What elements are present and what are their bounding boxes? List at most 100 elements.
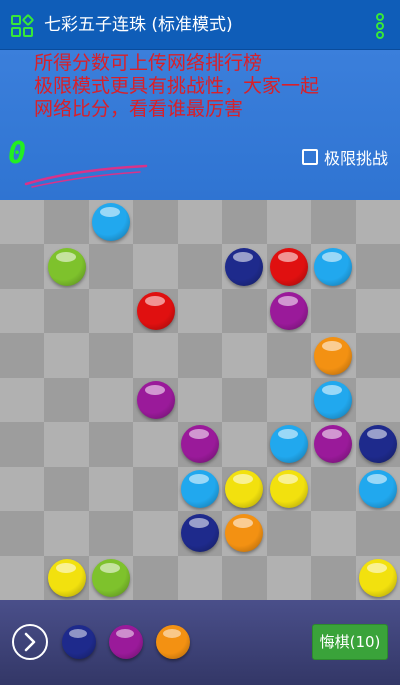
- board-cell[interactable]: [311, 555, 356, 600]
- board-cell[interactable]: [355, 288, 400, 334]
- board-cell[interactable]: [355, 377, 400, 423]
- board-cell[interactable]: [222, 333, 267, 378]
- board-cell[interactable]: [177, 333, 223, 378]
- board-cell[interactable]: [355, 244, 400, 289]
- purple-ball[interactable]: [180, 425, 219, 464]
- navy-ball[interactable]: [180, 514, 219, 553]
- navy-ball[interactable]: [358, 425, 397, 464]
- orange-ball[interactable]: [314, 336, 353, 375]
- limit-challenge-checkbox[interactable]: [301, 149, 318, 165]
- board-cell[interactable]: [44, 466, 89, 512]
- board-cell[interactable]: [0, 466, 45, 512]
- board-cell[interactable]: [311, 377, 356, 423]
- board-cell[interactable]: [222, 288, 267, 334]
- board-cell[interactable]: [88, 200, 134, 245]
- board-cell[interactable]: [177, 377, 223, 423]
- board-cell[interactable]: [311, 333, 356, 378]
- board-cell[interactable]: [133, 333, 178, 378]
- board-cell[interactable]: [44, 422, 89, 467]
- purple-ball[interactable]: [136, 380, 175, 419]
- board-cell[interactable]: [88, 555, 134, 600]
- next-arrow-button[interactable]: [12, 624, 48, 660]
- board-cell[interactable]: [177, 200, 223, 245]
- board-cell[interactable]: [44, 200, 89, 245]
- board-cell[interactable]: [311, 288, 356, 334]
- green-ball[interactable]: [92, 558, 131, 597]
- board-cell[interactable]: [311, 200, 356, 245]
- board-cell[interactable]: [177, 555, 223, 600]
- board-cell[interactable]: [311, 422, 356, 467]
- board-cell[interactable]: [355, 422, 400, 467]
- board-cell[interactable]: [88, 244, 134, 289]
- yellow-ball[interactable]: [47, 558, 86, 597]
- board-cell[interactable]: [44, 288, 89, 334]
- board-cell[interactable]: [88, 422, 134, 467]
- board-cell[interactable]: [311, 466, 356, 512]
- board-cell[interactable]: [44, 511, 89, 556]
- board-cell[interactable]: [133, 422, 178, 467]
- board-cell[interactable]: [222, 377, 267, 423]
- orange-ball[interactable]: [225, 514, 264, 553]
- board-cell[interactable]: [133, 288, 178, 334]
- board-cell[interactable]: [355, 511, 400, 556]
- board-cell[interactable]: [44, 333, 89, 378]
- board-cell[interactable]: [222, 555, 267, 600]
- cyan-ball[interactable]: [314, 380, 353, 419]
- board-cell[interactable]: [133, 466, 178, 512]
- board-cell[interactable]: [355, 333, 400, 378]
- cyan-ball[interactable]: [92, 203, 131, 242]
- board-cell[interactable]: [133, 200, 178, 245]
- board-cell[interactable]: [0, 200, 45, 245]
- board-cell[interactable]: [266, 377, 312, 423]
- cyan-ball[interactable]: [180, 469, 219, 508]
- board-cell[interactable]: [266, 466, 312, 512]
- purple-ball[interactable]: [314, 425, 353, 464]
- grid-apps-icon[interactable]: [10, 14, 34, 38]
- board-cell[interactable]: [44, 244, 89, 289]
- board-cell[interactable]: [0, 333, 45, 378]
- board-cell[interactable]: [266, 288, 312, 334]
- board-cell[interactable]: [0, 511, 45, 556]
- board-cell[interactable]: [88, 288, 134, 334]
- board-cell[interactable]: [355, 466, 400, 512]
- board-cell[interactable]: [0, 555, 45, 600]
- limit-challenge-toggle[interactable]: 极限挑战: [301, 146, 388, 168]
- board-cell[interactable]: [44, 555, 89, 600]
- board-cell[interactable]: [133, 555, 178, 600]
- board-cell[interactable]: [177, 466, 223, 512]
- board-cell[interactable]: [266, 333, 312, 378]
- board-cell[interactable]: [222, 511, 267, 556]
- board-cell[interactable]: [177, 244, 223, 289]
- board-cell[interactable]: [222, 244, 267, 289]
- board-cell[interactable]: [355, 555, 400, 600]
- board-cell[interactable]: [133, 244, 178, 289]
- cyan-ball[interactable]: [358, 469, 397, 508]
- red-ball[interactable]: [269, 247, 308, 286]
- board-cell[interactable]: [133, 377, 178, 423]
- board-cell[interactable]: [311, 511, 356, 556]
- yellow-ball[interactable]: [225, 469, 264, 508]
- green-ball[interactable]: [47, 247, 86, 286]
- purple-ball[interactable]: [269, 292, 308, 331]
- board-cell[interactable]: [266, 555, 312, 600]
- board-cell[interactable]: [177, 511, 223, 556]
- game-board[interactable]: [0, 200, 400, 600]
- navy-ball[interactable]: [225, 247, 264, 286]
- board-cell[interactable]: [88, 511, 134, 556]
- board-cell[interactable]: [266, 511, 312, 556]
- board-cell[interactable]: [355, 200, 400, 245]
- cyan-ball[interactable]: [314, 247, 353, 286]
- board-cell[interactable]: [222, 422, 267, 467]
- board-cell[interactable]: [177, 288, 223, 334]
- board-cell[interactable]: [0, 422, 45, 467]
- board-cell[interactable]: [266, 422, 312, 467]
- board-cell[interactable]: [88, 466, 134, 512]
- more-vert-icon[interactable]: [374, 12, 386, 40]
- board-cell[interactable]: [266, 200, 312, 245]
- board-cell[interactable]: [266, 244, 312, 289]
- board-cell[interactable]: [0, 377, 45, 423]
- board-cell[interactable]: [88, 333, 134, 378]
- yellow-ball[interactable]: [358, 558, 397, 597]
- board-cell[interactable]: [0, 244, 45, 289]
- board-cell[interactable]: [133, 511, 178, 556]
